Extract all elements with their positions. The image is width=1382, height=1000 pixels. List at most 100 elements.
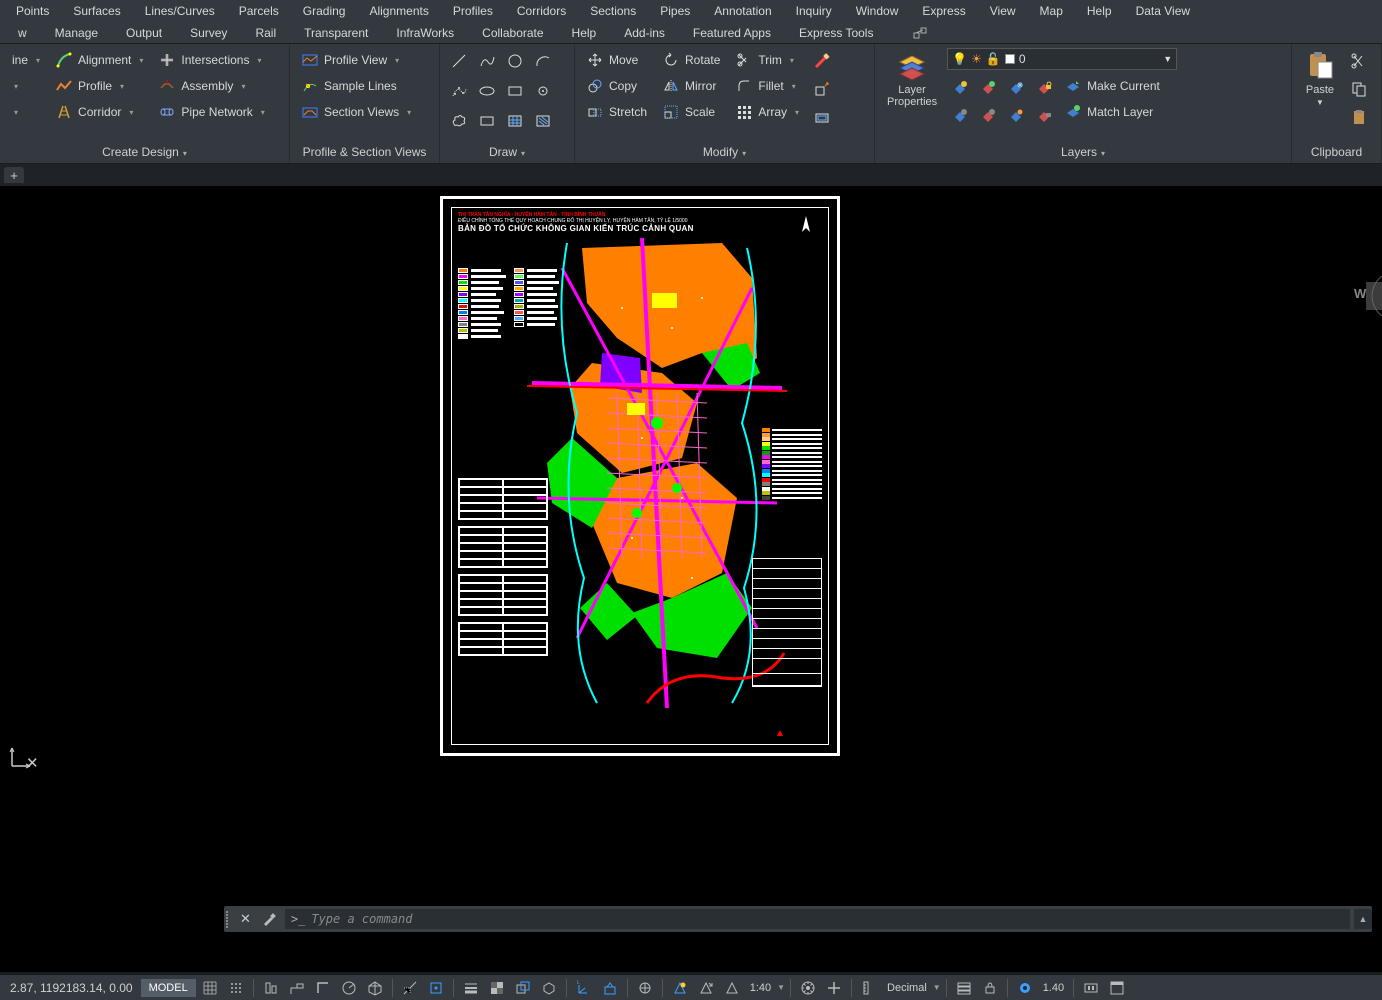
paste-special-icon[interactable] <box>1346 104 1372 130</box>
move-button[interactable]: Move <box>581 48 653 72</box>
panel-title-layers[interactable]: Layers <box>875 142 1291 163</box>
panel-title-create-design[interactable]: Create Design <box>0 142 289 163</box>
clean-screen-icon[interactable] <box>1105 977 1129 999</box>
annotation-visibility-icon[interactable] <box>668 977 692 999</box>
menu-alignments[interactable]: Alignments <box>357 2 440 20</box>
selection-cycling-icon[interactable] <box>511 977 535 999</box>
layer-combo[interactable]: 💡 ☀ 🔓 0 ▼ <box>947 48 1177 70</box>
tab-express-tools[interactable]: Express Tools <box>785 24 887 42</box>
rotate-button[interactable]: Rotate <box>657 48 726 72</box>
ellipse-icon[interactable] <box>474 78 500 104</box>
infer-constraints-icon[interactable] <box>259 977 283 999</box>
menu-grading[interactable]: Grading <box>291 2 358 20</box>
profile-view-button[interactable]: Profile View▾ <box>296 48 417 72</box>
match-layer-button[interactable]: Match Layer <box>1059 100 1166 124</box>
menu-data-view[interactable]: Data View <box>1124 2 1202 20</box>
section-views-button[interactable]: Section Views▾ <box>296 100 417 124</box>
tool-unknown-3[interactable]: ▾ <box>6 100 46 124</box>
viewcube[interactable]: W <box>1352 266 1382 326</box>
assembly-button[interactable]: Assembly▾ <box>153 74 270 98</box>
erase-icon[interactable] <box>809 48 835 74</box>
autoscale-icon[interactable] <box>694 977 718 999</box>
2d-osnap-icon[interactable] <box>424 977 448 999</box>
spline-icon[interactable] <box>446 78 472 104</box>
explode-icon[interactable] <box>809 76 835 102</box>
arc-icon[interactable] <box>530 48 556 74</box>
menu-express[interactable]: Express <box>910 2 977 20</box>
lock-ui-icon[interactable] <box>978 977 1002 999</box>
menu-parcels[interactable]: Parcels <box>227 2 291 20</box>
menu-surfaces[interactable]: Surfaces <box>61 2 132 20</box>
tab-rail[interactable]: Rail <box>241 24 290 42</box>
selection-filtering-icon[interactable] <box>598 977 622 999</box>
panel-title-draw[interactable]: Draw <box>440 142 574 163</box>
tab-manage[interactable]: Manage <box>41 24 112 42</box>
profile-button[interactable]: Profile▾ <box>50 74 149 98</box>
tab-output[interactable]: Output <box>112 24 176 42</box>
menu-sections[interactable]: Sections <box>578 2 648 20</box>
gradient-icon[interactable] <box>530 108 556 134</box>
workspace-switching-icon[interactable] <box>796 977 820 999</box>
layer-off-icon[interactable] <box>947 74 973 100</box>
layer-thaw-icon[interactable] <box>1003 102 1029 128</box>
command-customize-icon[interactable] <box>257 911 281 927</box>
menu-view[interactable]: View <box>978 2 1028 20</box>
cut-icon[interactable] <box>1346 48 1372 74</box>
tab-infraworks[interactable]: InfraWorks <box>382 24 468 42</box>
lineweight-icon[interactable] <box>459 977 483 999</box>
snap-mode-icon[interactable] <box>224 977 248 999</box>
hatch-icon[interactable] <box>502 108 528 134</box>
3d-osnap-icon[interactable] <box>537 977 561 999</box>
tab-featured-apps[interactable]: Featured Apps <box>679 24 785 42</box>
command-history-icon[interactable]: ▲ <box>1354 909 1372 929</box>
osnap-tracking-icon[interactable] <box>398 977 422 999</box>
command-close-icon[interactable]: ✕ <box>234 911 257 927</box>
layer-unlock-icon[interactable] <box>1031 102 1057 128</box>
panel-cycling-icon[interactable] <box>907 20 933 46</box>
fillet-button[interactable]: Fillet▾ <box>730 74 805 98</box>
polyline-icon[interactable] <box>474 48 500 74</box>
menu-points[interactable]: Points <box>4 2 61 20</box>
pipe-network-button[interactable]: Pipe Network▾ <box>153 100 270 124</box>
quick-properties-icon[interactable] <box>952 977 976 999</box>
stretch-button[interactable]: Stretch <box>581 100 653 124</box>
dynamic-ucs-icon[interactable]: L <box>572 977 596 999</box>
sample-lines-button[interactable]: Sample Lines <box>296 74 417 98</box>
copy-button[interactable]: Copy <box>581 74 653 98</box>
menu-profiles[interactable]: Profiles <box>441 2 505 20</box>
annotation-scale-icon[interactable] <box>720 977 744 999</box>
menu-help[interactable]: Help <box>1075 2 1124 20</box>
units-icon[interactable] <box>857 977 881 999</box>
dynamic-input-icon[interactable] <box>285 977 309 999</box>
menu-lines-curves[interactable]: Lines/Curves <box>133 2 227 20</box>
copy-clip-icon[interactable] <box>1346 76 1372 102</box>
tab-add-ins[interactable]: Add-ins <box>610 24 679 42</box>
array-button[interactable]: Array▾ <box>730 100 805 124</box>
tab-transparent[interactable]: Transparent <box>290 24 382 42</box>
layer-on-icon[interactable] <box>947 102 973 128</box>
tab-w[interactable]: w <box>4 24 41 42</box>
menu-pipes[interactable]: Pipes <box>648 2 702 20</box>
trim-button[interactable]: Trim▾ <box>730 48 805 72</box>
make-current-button[interactable]: Make Current <box>1059 74 1166 98</box>
menu-window[interactable]: Window <box>844 2 911 20</box>
coordinates-readout[interactable]: 2.87, 1192183.14, 0.00 <box>4 981 139 995</box>
ortho-mode-icon[interactable] <box>311 977 335 999</box>
layer-properties-button[interactable]: LayerProperties <box>881 48 943 110</box>
menu-inquiry[interactable]: Inquiry <box>784 2 844 20</box>
layer-lock-icon2[interactable] <box>1031 74 1057 100</box>
revcloud-icon[interactable] <box>446 108 472 134</box>
hardware-acceleration-icon[interactable] <box>1079 977 1103 999</box>
menu-annotation[interactable]: Annotation <box>702 2 783 20</box>
tool-unknown-2[interactable]: ▾ <box>6 74 46 98</box>
tab-survey[interactable]: Survey <box>176 24 241 42</box>
annotation-scale-value[interactable]: 1:40 <box>746 982 775 994</box>
layer-freeze-icon[interactable] <box>1003 74 1029 100</box>
command-input[interactable]: >_Type a command <box>285 909 1350 929</box>
grid-display-icon[interactable] <box>198 977 222 999</box>
draw-more-icon[interactable] <box>530 78 556 104</box>
panel-title-modify[interactable]: Modify <box>575 142 874 163</box>
isometric-drafting-icon[interactable] <box>363 977 387 999</box>
rectangle-hatch-icon[interactable] <box>502 78 528 104</box>
gizmo-icon[interactable] <box>633 977 657 999</box>
